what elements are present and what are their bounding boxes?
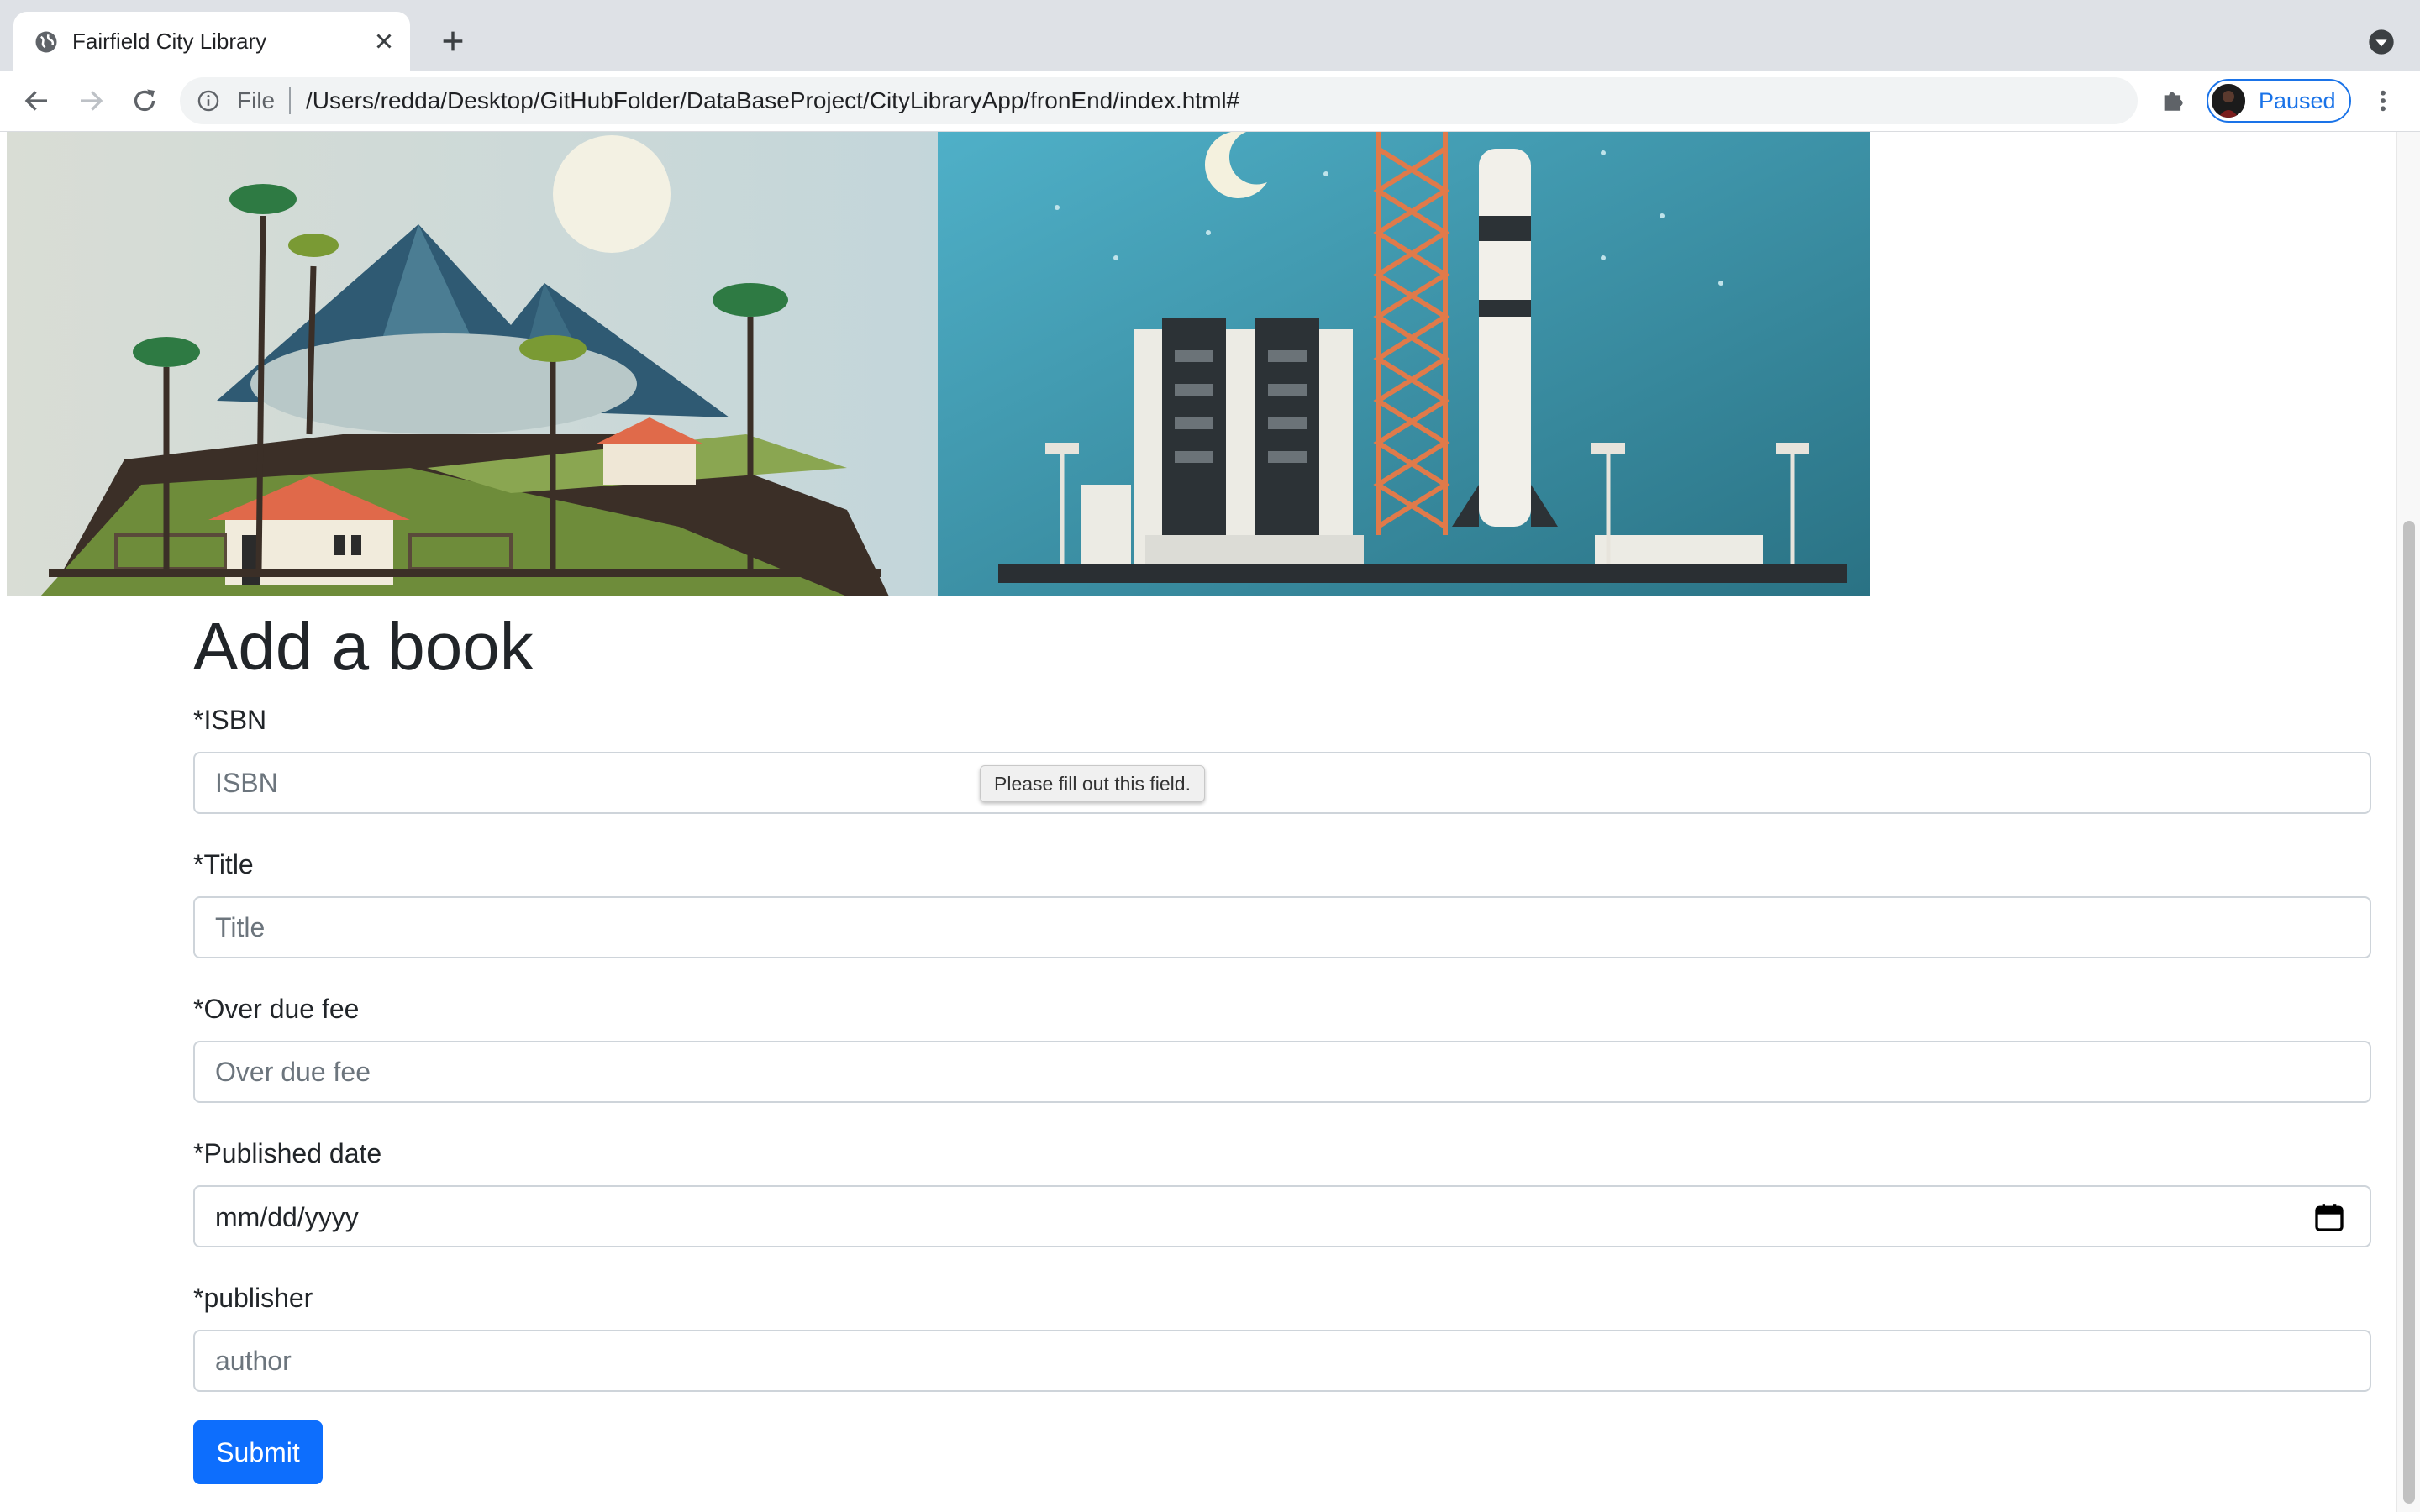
back-arrow-icon[interactable] [22, 86, 52, 116]
forward-arrow-icon[interactable] [76, 86, 106, 116]
scheme-label: File [237, 87, 276, 113]
page-viewport: Add a book *ISBN *Title *Over due fee *P… [0, 132, 2420, 1512]
avatar [2212, 84, 2245, 118]
address-bar[interactable]: File /Users/redda/Desktop/GitHubFolder/D… [180, 77, 2296, 124]
tab-title: Fairfield City Library [72, 29, 267, 54]
calendar-icon[interactable] [2312, 1200, 2346, 1234]
omnibox-divider [289, 87, 291, 114]
submit-button[interactable]: Submit [193, 1420, 323, 1484]
info-icon[interactable] [197, 89, 220, 113]
publisher-input[interactable] [193, 1330, 2371, 1392]
kebab-menu-icon[interactable] [2370, 86, 2396, 116]
profile-button[interactable]: Paused [2207, 79, 2351, 123]
browser-toolbar: File /Users/redda/Desktop/GitHubFolder/D… [0, 71, 2420, 132]
reload-icon[interactable] [129, 86, 160, 116]
browser-tab[interactable]: Fairfield City Library [13, 12, 410, 71]
globe-icon [35, 31, 57, 53]
scrollbar-thumb[interactable] [2403, 521, 2415, 1504]
puzzle-icon[interactable] [2160, 86, 2188, 114]
plus-icon[interactable] [439, 27, 467, 55]
banner-image [7, 132, 1870, 596]
url-text[interactable]: /Users/redda/Desktop/GitHubFolder/DataBa… [306, 87, 1239, 114]
tropical-village-illustration [7, 132, 938, 596]
title-input[interactable] [193, 896, 2371, 958]
page-title: Add a book [193, 609, 534, 684]
chevron-down-icon[interactable] [2368, 29, 2395, 55]
profile-status: Paused [2259, 88, 2336, 113]
close-icon[interactable] [371, 29, 397, 54]
published-date-label: *Published date [193, 1138, 382, 1168]
rocket-launch-illustration [938, 132, 1870, 596]
overdue-fee-input[interactable] [193, 1041, 2371, 1103]
overdue-fee-label: *Over due fee [193, 994, 360, 1024]
date-format-text: mm/dd/yyyy [215, 1202, 359, 1232]
publisher-label: *publisher [193, 1283, 313, 1313]
isbn-input[interactable] [193, 752, 2371, 814]
title-label: *Title [193, 849, 254, 879]
isbn-label: *ISBN [193, 705, 267, 735]
published-date-input[interactable]: mm/dd/yyyy [193, 1185, 2371, 1247]
validation-tooltip: Please fill out this field. [980, 765, 1205, 802]
tab-strip: Fairfield City Library [0, 0, 2420, 71]
